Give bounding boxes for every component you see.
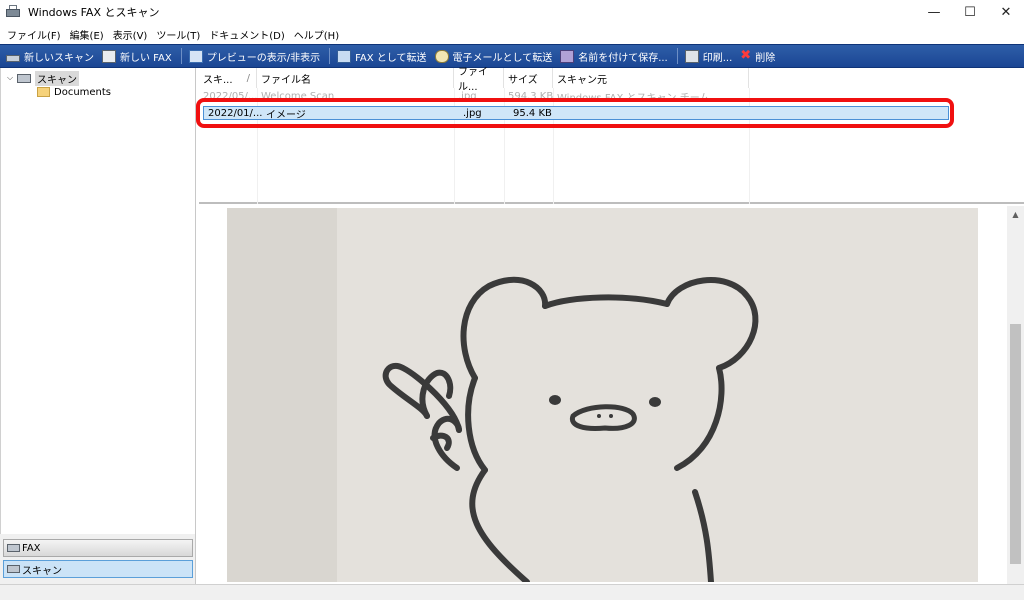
toolbar: 新しいスキャン 新しい FAX プレビューの表示/非表示 FAX として転送 電… bbox=[0, 44, 1024, 68]
save-as-button[interactable]: 名前を付けて保存... bbox=[557, 45, 673, 67]
view-switcher: FAX スキャン bbox=[0, 534, 196, 584]
minimize-button[interactable]: — bbox=[916, 0, 952, 24]
preview-pane: ▲ bbox=[199, 206, 1024, 584]
window-controls: — ☐ ✕ bbox=[916, 0, 1024, 24]
delete-button[interactable]: ✖ 削除 bbox=[737, 45, 780, 67]
collapse-icon[interactable]: ⌵ bbox=[7, 73, 17, 83]
toolbar-separator bbox=[329, 48, 331, 64]
new-scan-button[interactable]: 新しいスキャン bbox=[3, 45, 99, 67]
toggle-preview-button[interactable]: プレビューの表示/非表示 bbox=[186, 45, 325, 67]
menu-document[interactable]: ドキュメント(D) bbox=[206, 27, 291, 42]
save-icon bbox=[560, 49, 575, 63]
print-button[interactable]: 印刷... bbox=[682, 45, 738, 67]
preview-icon bbox=[188, 49, 203, 63]
column-header-scan-date-label: スキ... bbox=[203, 74, 233, 86]
new-scan-label: 新しいスキャン bbox=[24, 52, 94, 64]
toolbar-separator bbox=[180, 48, 182, 64]
scan-view-button[interactable]: スキャン bbox=[3, 560, 193, 578]
tree-item-scan[interactable]: ⌵ スキャン bbox=[7, 70, 79, 86]
column-header-file-type[interactable]: ファイル... bbox=[454, 67, 504, 93]
toggle-preview-label: プレビューの表示/非表示 bbox=[206, 52, 321, 64]
tree-item-documents-label: Documents bbox=[54, 86, 112, 98]
print-label: 印刷... bbox=[702, 52, 733, 64]
forward-email-label: 電子メールとして転送 bbox=[452, 52, 553, 64]
list-header: スキ... / ファイル名 ファイル... サイズ スキャン元 bbox=[199, 67, 1024, 93]
fax-forward-icon bbox=[337, 49, 352, 63]
tree-item-documents[interactable]: Documents bbox=[37, 85, 111, 99]
column-header-scan-date[interactable]: スキ... / bbox=[199, 68, 257, 88]
menu-help[interactable]: ヘルプ(H) bbox=[291, 27, 345, 42]
scanner-icon bbox=[6, 54, 20, 62]
sort-icon: / bbox=[246, 72, 250, 84]
menu-tools[interactable]: ツール(T) bbox=[153, 27, 206, 42]
column-header-scan-source[interactable]: スキャン元 bbox=[553, 68, 749, 88]
scrollbar-thumb[interactable] bbox=[1010, 324, 1021, 564]
menu-file[interactable]: ファイル(F) bbox=[4, 27, 67, 42]
email-icon bbox=[434, 49, 449, 63]
folder-tree: ⌵ スキャン Documents bbox=[0, 68, 196, 534]
column-header-file-name[interactable]: ファイル名 bbox=[257, 68, 454, 88]
fax-view-button[interactable]: FAX bbox=[3, 539, 193, 557]
menu-view[interactable]: 表示(V) bbox=[110, 27, 154, 42]
new-fax-icon bbox=[102, 49, 116, 63]
scan-view-label: スキャン bbox=[22, 565, 62, 577]
scanner-icon bbox=[17, 73, 31, 83]
forward-fax-label: FAX として転送 bbox=[355, 52, 427, 64]
scanner-icon bbox=[7, 565, 20, 573]
maximize-button[interactable]: ☐ bbox=[952, 0, 988, 24]
vertical-scrollbar[interactable]: ▲ bbox=[1007, 206, 1024, 584]
delete-icon: ✖ bbox=[740, 47, 752, 63]
red-highlight-annotation bbox=[196, 98, 954, 128]
status-bar bbox=[0, 584, 1024, 600]
new-fax-label: 新しい FAX bbox=[120, 52, 172, 64]
column-header-size-label: サイズ bbox=[508, 74, 538, 86]
menu-bar: ファイル(F) 編集(E) 表示(V) ツール(T) ドキュメント(D) ヘルプ… bbox=[0, 24, 1024, 44]
fax-view-label: FAX bbox=[22, 542, 41, 554]
column-header-file-name-label: ファイル名 bbox=[261, 74, 311, 86]
new-fax-button[interactable]: 新しい FAX bbox=[99, 45, 177, 67]
scanned-image-preview bbox=[227, 208, 978, 582]
menu-edit[interactable]: 編集(E) bbox=[67, 27, 110, 42]
close-button[interactable]: ✕ bbox=[988, 0, 1024, 24]
tree-item-scan-label: スキャン bbox=[35, 70, 79, 86]
printer-icon bbox=[684, 49, 699, 63]
column-header-scan-source-label: スキャン元 bbox=[557, 74, 607, 86]
delete-label: 削除 bbox=[755, 52, 776, 64]
column-header-size[interactable]: サイズ bbox=[504, 68, 553, 88]
bear-drawing-image bbox=[382, 276, 759, 582]
fax-scan-app-icon bbox=[6, 5, 22, 19]
save-as-label: 名前を付けて保存... bbox=[578, 52, 668, 64]
fax-icon bbox=[7, 544, 20, 552]
document-list: スキ... / ファイル名 ファイル... サイズ スキャン元 2022/05/… bbox=[196, 67, 1024, 204]
forward-fax-button[interactable]: FAX として転送 bbox=[334, 45, 431, 67]
title-bar: Windows FAX とスキャン — ☐ ✕ bbox=[0, 0, 1024, 24]
scroll-up-icon[interactable]: ▲ bbox=[1007, 206, 1024, 223]
toolbar-separator bbox=[676, 48, 678, 64]
window-title: Windows FAX とスキャン bbox=[28, 6, 160, 19]
folder-icon bbox=[37, 87, 50, 97]
